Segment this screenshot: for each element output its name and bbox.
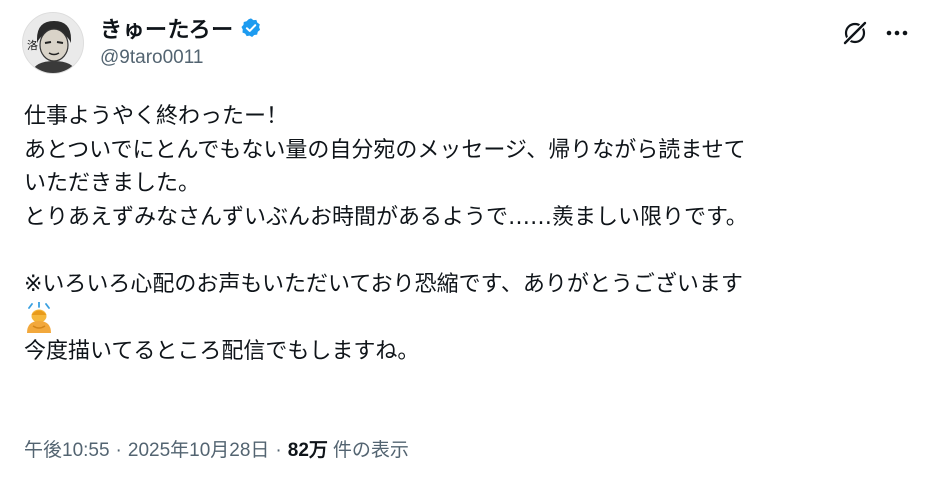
tweet-timestamp-time[interactable]: 午後10:55 [24, 435, 110, 462]
tweet-timestamp-date[interactable]: 2025年10月28日 [128, 435, 270, 462]
meta-separator: · [115, 440, 122, 461]
views-label: 件の表示 [332, 440, 409, 461]
tweet-line: あとついでにとんでもない量の自分宛のメッセージ、帰りながら読ませて [24, 137, 746, 163]
display-name[interactable]: きゅーたろー [100, 12, 234, 44]
display-name-row: きゅーたろー [100, 12, 262, 44]
tweet-line: 仕事ようやく終わったー！ [24, 104, 289, 129]
avatar[interactable]: 洛 [22, 12, 84, 74]
meta-separator: · [275, 440, 282, 461]
person-bowing-emoji [24, 301, 54, 334]
user-handle[interactable]: @9taro0011 [100, 47, 262, 69]
verified-badge-icon[interactable] [240, 17, 262, 39]
tweet-emoji-line [24, 301, 914, 335]
tweet-text: 仕事ようやく終わったー！ あとついでにとんでもない量の自分宛のメッセージ、帰りな… [24, 100, 914, 368]
views-count[interactable]: 82万 [288, 435, 328, 462]
tweet-line: いただきました。 [24, 171, 201, 196]
tweet-line: 今度描いてるところ配信でもしますね。 [24, 338, 420, 364]
svg-text:洛: 洛 [27, 38, 38, 52]
tweet-line: とりあえずみなさんずいぶんお時間があるようで……羨ましい限りです。 [24, 204, 748, 230]
author-names: きゅーたろー @9taro0011 [100, 14, 262, 69]
tweet-meta: 午後10:55 · 2025年10月28日 · 82万 件の表示 [24, 435, 409, 462]
grok-icon[interactable] [840, 18, 870, 48]
more-options-icon[interactable] [882, 18, 912, 48]
tweet-line: ※いろいろ心配のお声もいただいており恐縮です、ありがとうございます [24, 271, 743, 297]
tweet-header: 洛 きゅーたろー @9taro0011 [22, 10, 912, 76]
